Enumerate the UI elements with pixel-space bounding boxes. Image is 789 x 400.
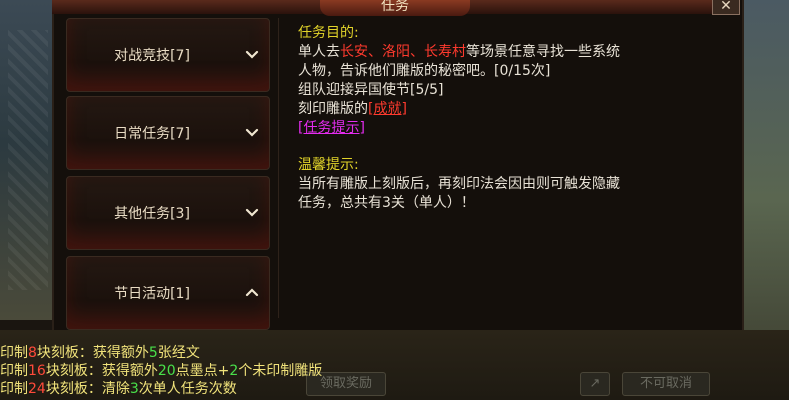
task-description-line: 人物，告诉他们雕版的秘密吧。[0/15次]: [298, 63, 551, 79]
tip-heading: 温馨提示:: [298, 157, 359, 173]
achievement-link[interactable]: [成就]: [368, 101, 407, 117]
share-icon[interactable]: ↗: [580, 372, 610, 396]
cancel-button[interactable]: 不可取消: [622, 372, 710, 396]
task-team-line: 组队迎接异国使节[5/5]: [298, 82, 444, 98]
reward-strip: 领取奖励 ↗ 不可取消 印制8块刻板：获得额外5张经文 印制16块刻板：获得额外…: [0, 330, 789, 400]
chevron-down-icon: [245, 128, 259, 137]
menu-item-festival[interactable]: 节日活动[1]: [66, 256, 270, 330]
tip-line: 任务，总共有3关（单人）！: [298, 195, 475, 211]
tip-line: 当所有雕版上刻版后，再刻印法会因由则可触发隐藏: [298, 176, 620, 192]
reward-line: 印制24块刻板：清除3次单人任务次数: [0, 381, 237, 397]
menu-item-label: 对战竞技[7]: [114, 48, 190, 64]
task-description-line: 单人去长安、洛阳、长寿村等场景任意寻找一些系统: [298, 44, 620, 60]
task-achievement-line: 刻印雕版的[成就]: [298, 101, 407, 117]
close-button[interactable]: ✕: [712, 0, 740, 15]
menu-item-label: 其他任务[3]: [114, 206, 190, 222]
chevron-down-icon: [245, 50, 259, 59]
location-luoyang: 洛阳: [382, 44, 410, 60]
location-changan: 长安: [340, 44, 368, 60]
task-detail: 任务目的: 单人去长安、洛阳、长寿村等场景任意寻找一些系统 人物，告诉他们雕版的…: [286, 24, 706, 213]
task-hint-line: [任务提示]: [286, 119, 706, 138]
menu-item-daily[interactable]: 日常任务[7]: [66, 96, 270, 170]
chevron-down-icon: [245, 208, 259, 217]
chevron-up-icon: [245, 288, 259, 297]
task-hint-link[interactable]: [任务提示]: [298, 120, 365, 136]
location-changshou: 长寿村: [424, 44, 466, 60]
reward-line: 印制16块刻板：获得额外20点墨点+2个未印制雕版: [0, 363, 323, 379]
menu-item-label: 日常任务[7]: [114, 126, 190, 142]
menu-item-other[interactable]: 其他任务[3]: [66, 176, 270, 250]
menu-item-pvp[interactable]: 对战竞技[7]: [66, 18, 270, 92]
goal-heading: 任务目的:: [298, 25, 359, 41]
window-title: 任务: [320, 0, 470, 16]
reward-line: 印制8块刻板：获得额外5张经文: [0, 345, 200, 361]
panel-divider: [278, 18, 279, 318]
menu-item-label: 节日活动[1]: [114, 286, 190, 302]
